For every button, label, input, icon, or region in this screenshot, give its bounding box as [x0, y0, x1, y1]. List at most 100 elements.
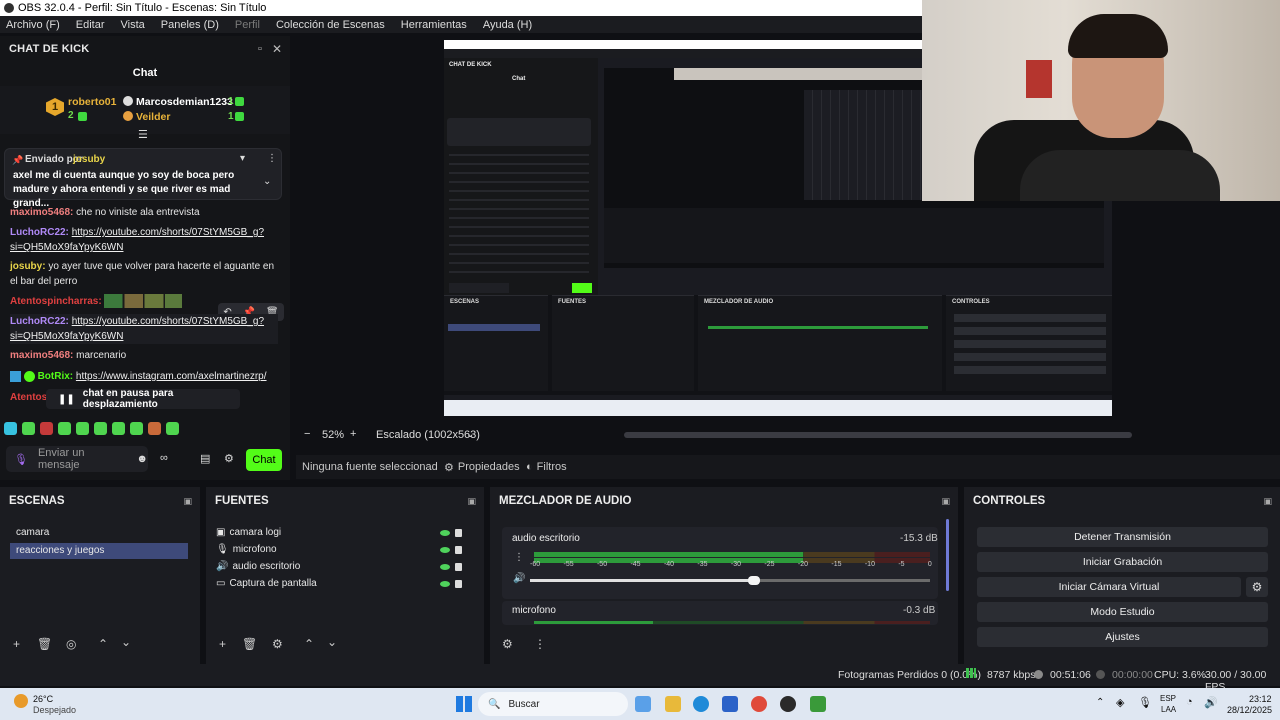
mixer-scrollbar[interactable]: [946, 519, 949, 591]
properties-button[interactable]: ⚙ Propiedades: [444, 458, 520, 476]
chevron-down-icon[interactable]: ⌄: [263, 176, 271, 187]
menu-herramientas[interactable]: Herramientas: [401, 19, 467, 31]
menu-vista[interactable]: Vista: [121, 19, 145, 31]
microphone-icon[interactable]: 🎙: [1138, 696, 1152, 709]
emote-icon[interactable]: [148, 422, 161, 435]
chat-paused-banner[interactable]: ❚❚ chat en pausa para desplazamiento: [46, 388, 240, 410]
wifi-icon[interactable]: ◔: [1186, 696, 1193, 708]
lock-icon[interactable]: [455, 580, 462, 588]
studio-mode-button[interactable]: Modo Estudio: [977, 602, 1268, 622]
zoom-out-button[interactable]: −: [304, 428, 310, 440]
move-up-icon[interactable]: ⌃: [98, 637, 108, 651]
gear-icon[interactable]: ⚙: [224, 452, 234, 465]
unpin-icon[interactable]: ▾: [240, 153, 245, 164]
taskbar-search[interactable]: 🔍 Buscar: [478, 692, 628, 716]
menu-ayuda[interactable]: Ayuda (H): [483, 19, 532, 31]
channel-menu-icon[interactable]: ⋮: [514, 552, 524, 563]
pinned-message[interactable]: 📌 Enviado por josuby ▾ ⋮ axel me di cuen…: [4, 148, 282, 209]
visibility-eye-icon[interactable]: [440, 564, 450, 570]
more-icon[interactable]: ⋮: [534, 637, 546, 651]
float-icon[interactable]: ▣: [467, 496, 476, 507]
xbox-icon[interactable]: [810, 696, 826, 712]
settings-button[interactable]: Ajustes: [977, 627, 1268, 647]
scene-item-selected[interactable]: reacciones y juegos: [10, 543, 188, 559]
emote-icon[interactable]: [130, 422, 143, 435]
emoji-icon[interactable]: ☻: [136, 453, 148, 465]
chat-input[interactable]: 🎙 Enviar un mensaje ☻: [6, 446, 148, 472]
gear-icon[interactable]: ⚙: [1246, 577, 1268, 597]
float-icon[interactable]: ▫: [258, 43, 262, 55]
trash-icon[interactable]: 🗑: [242, 637, 257, 651]
filters-button[interactable]: ◐ Filtros: [526, 458, 567, 476]
visibility-eye-icon[interactable]: [440, 530, 450, 536]
preview-horizontal-scrollbar[interactable]: [624, 432, 1132, 438]
windows-start-icon[interactable]: [456, 696, 472, 712]
lock-icon[interactable]: [455, 546, 462, 554]
emote-icon[interactable]: [4, 422, 17, 435]
chevron-down-icon[interactable]: ⌄: [466, 429, 474, 440]
weather-icon[interactable]: [14, 694, 28, 708]
close-icon[interactable]: ✕: [272, 42, 282, 56]
source-item[interactable]: ▣ camara logi: [216, 525, 456, 541]
chevron-up-icon[interactable]: ⌃: [1096, 697, 1104, 708]
language-region[interactable]: LAA: [1161, 705, 1176, 714]
store-icon[interactable]: [722, 696, 738, 712]
source-item[interactable]: 🔊 audio escritorio: [216, 559, 456, 575]
gear-icon[interactable]: ⚙: [502, 637, 513, 651]
filter-icon[interactable]: ◎: [66, 637, 76, 651]
visibility-eye-icon[interactable]: [440, 581, 450, 587]
move-down-icon[interactable]: ⌄: [327, 635, 337, 649]
menu-perfil[interactable]: Perfil: [235, 19, 260, 31]
source-item[interactable]: 🎙 microfono: [216, 542, 456, 558]
clock-date[interactable]: 28/12/2025: [1227, 705, 1272, 715]
file-explorer-icon[interactable]: [665, 696, 681, 712]
store-icon[interactable]: ▤: [200, 452, 210, 465]
add-source-icon[interactable]: +: [219, 637, 226, 651]
scene-item[interactable]: camara: [10, 525, 188, 541]
link-icon[interactable]: ∞: [160, 452, 168, 464]
chrome-icon[interactable]: [751, 696, 767, 712]
emote-icon[interactable]: [76, 422, 89, 435]
gear-icon[interactable]: ⚙: [272, 637, 283, 651]
scale-select[interactable]: Escalado (1002x563): [376, 429, 480, 441]
microphone-icon[interactable]: 🎙: [14, 453, 28, 466]
language-code[interactable]: ESP: [1160, 694, 1176, 703]
emote-icon[interactable]: [112, 422, 125, 435]
chat-link[interactable]: https://www.instagram.com/axelmartinezrp…: [76, 371, 267, 382]
source-item[interactable]: ▭ Captura de pantalla: [216, 576, 456, 592]
move-up-icon[interactable]: ⌃: [304, 637, 314, 651]
emote-icon[interactable]: [58, 422, 71, 435]
zoom-in-button[interactable]: +: [350, 428, 356, 440]
obs-taskbar-icon[interactable]: [780, 696, 796, 712]
float-icon[interactable]: ▣: [183, 496, 192, 507]
start-virtual-camera-button[interactable]: Iniciar Cámara Virtual: [977, 577, 1241, 597]
chat-send-button[interactable]: Chat: [246, 449, 282, 471]
emote-icon[interactable]: [94, 422, 107, 435]
edge-icon[interactable]: [693, 696, 709, 712]
menu-coleccion-escenas[interactable]: Colección de Escenas: [276, 19, 385, 31]
lock-icon[interactable]: [455, 563, 462, 571]
clock-time[interactable]: 23:12: [1249, 694, 1272, 704]
menu-paneles[interactable]: Paneles (D): [161, 19, 219, 31]
float-icon[interactable]: ▣: [941, 496, 950, 507]
visibility-eye-icon[interactable]: [440, 547, 450, 553]
volume-icon[interactable]: 🔊: [1204, 696, 1218, 709]
emote-icon[interactable]: [22, 422, 35, 435]
expand-menu-icon[interactable]: ☰: [138, 128, 148, 141]
add-scene-icon[interactable]: +: [13, 637, 20, 651]
stop-stream-button[interactable]: Detener Transmisión: [977, 527, 1268, 547]
emote-icon[interactable]: [40, 422, 53, 435]
float-icon[interactable]: ▣: [1263, 496, 1272, 507]
menu-archivo[interactable]: Archivo (F): [6, 19, 60, 31]
speaker-icon[interactable]: 🔊: [513, 573, 525, 584]
network-icon[interactable]: ◈: [1116, 696, 1124, 709]
volume-slider[interactable]: [530, 576, 930, 585]
move-down-icon[interactable]: ⌄: [121, 635, 131, 649]
more-icon[interactable]: ⋮: [267, 153, 277, 164]
start-recording-button[interactable]: Iniciar Grabación: [977, 552, 1268, 572]
lock-icon[interactable]: [455, 529, 462, 537]
copilot-icon[interactable]: [635, 696, 651, 712]
menu-editar[interactable]: Editar: [76, 19, 105, 31]
trash-icon[interactable]: 🗑: [37, 637, 52, 651]
emote-icon[interactable]: [166, 422, 179, 435]
